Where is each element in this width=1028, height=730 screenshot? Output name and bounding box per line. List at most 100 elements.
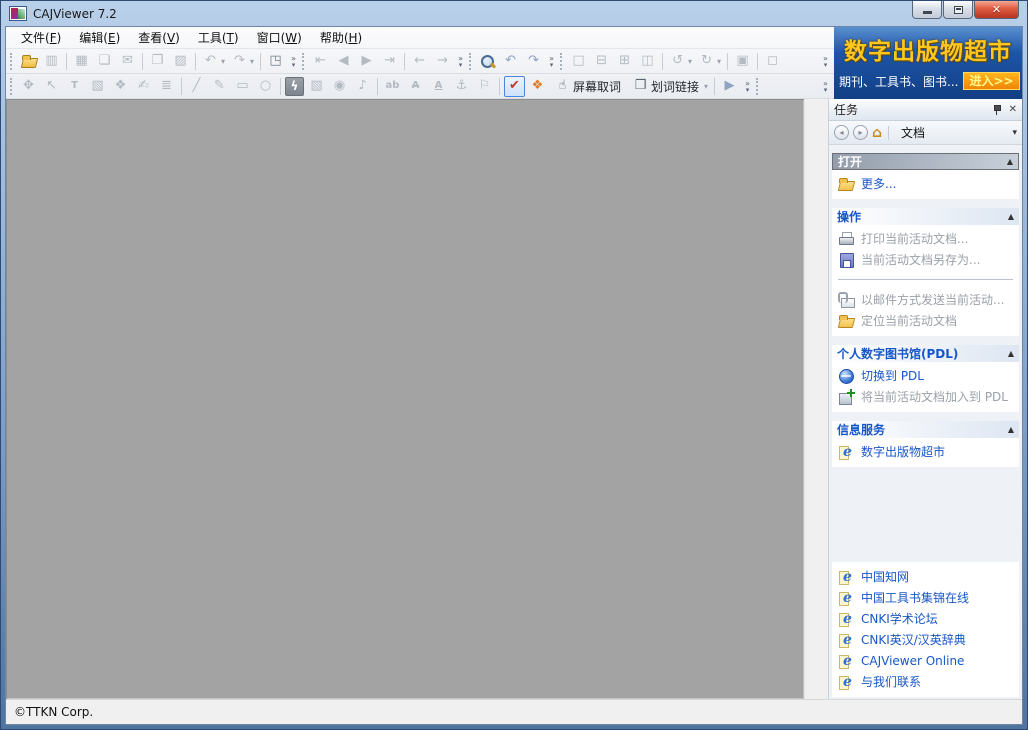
back-view-button[interactable]: ← <box>409 51 430 72</box>
annotation-panel-button[interactable]: ✔ <box>504 76 525 97</box>
note-tool-button[interactable]: ≣ <box>156 76 177 97</box>
collapse-icon[interactable]: ▲ <box>1008 349 1014 358</box>
email-attach-button[interactable]: ✉ <box>117 51 138 72</box>
flash-tool-button[interactable]: ϟ <box>285 77 304 96</box>
new-window-button[interactable]: ◻ <box>762 51 783 72</box>
task-forward-button[interactable]: ▸ <box>853 125 868 140</box>
print-preview-button[interactable]: ❏ <box>94 51 115 72</box>
banner-enter-button[interactable]: 进入>> <box>963 72 1019 90</box>
image-tool-button[interactable]: ▧ <box>306 76 327 97</box>
link-contact-us[interactable]: 与我们联系 <box>834 671 1017 692</box>
add-annotation-button[interactable]: ✍ <box>133 76 154 97</box>
link-cnki-dictionary[interactable]: CNKI英汉/汉英辞典 <box>834 629 1017 650</box>
word-link-button[interactable]: ❒划词链接 <box>628 76 704 97</box>
toolbar-grip[interactable] <box>469 53 472 70</box>
section-header-open[interactable]: 打开▲ <box>832 153 1019 170</box>
hand-tool-button[interactable]: ✥ <box>18 76 39 97</box>
redo-button[interactable]: ↷ <box>229 51 250 72</box>
underline-text-button[interactable]: A <box>428 76 449 97</box>
dropdown-caret-icon[interactable]: ▾ <box>221 57 225 66</box>
line-tool-button[interactable]: ╱ <box>186 76 207 97</box>
print-button[interactable]: ▦ <box>71 51 92 72</box>
more-documents-link[interactable]: 更多... <box>834 173 1017 194</box>
last-page-button[interactable]: ⇥ <box>379 51 400 72</box>
minimize-button[interactable] <box>912 1 942 19</box>
paste-button[interactable]: ▨ <box>170 51 191 72</box>
restore-button[interactable] <box>943 1 973 19</box>
annotation-select-button[interactable]: ❖ <box>110 76 131 97</box>
single-page-button[interactable]: □ <box>568 51 589 72</box>
fullscreen-button[interactable]: ▣ <box>732 51 753 72</box>
link-cnki[interactable]: 中国知网 <box>834 566 1017 587</box>
save-button[interactable]: ▥ <box>41 51 62 72</box>
continuous-page-button[interactable]: ⊟ <box>591 51 612 72</box>
toolbar-grip[interactable] <box>10 53 13 70</box>
forward-view-button[interactable]: → <box>432 51 453 72</box>
view-selector-caret-icon[interactable]: ▾ <box>1012 128 1017 138</box>
task-back-button[interactable]: ◂ <box>834 125 849 140</box>
toolbar-overflow-button[interactable]: »▾ <box>819 76 832 97</box>
dropdown-caret-icon[interactable]: ▾ <box>717 57 721 66</box>
menu-item-tools[interactable]: 工具(T) <box>189 27 248 48</box>
stamp-tool-button[interactable]: ⚐ <box>474 76 495 97</box>
menu-item-file[interactable]: 文件(F) <box>12 27 70 48</box>
media-tool-button[interactable]: ◉ <box>329 76 350 97</box>
next-page-button[interactable]: ▶ <box>356 51 377 72</box>
toolbar-overflow-button[interactable]: »▾ <box>454 51 467 72</box>
continuous-facing-button[interactable]: ⊞ <box>614 51 635 72</box>
collapse-icon[interactable]: ▲ <box>1008 425 1014 434</box>
image-select-button[interactable]: ▧ <box>87 76 108 97</box>
collapse-icon[interactable]: ▲ <box>1008 212 1014 221</box>
highlight-text-button[interactable]: ab <box>382 76 403 97</box>
undo-button[interactable]: ↶ <box>200 51 221 72</box>
menu-item-help[interactable]: 帮助(H) <box>311 27 371 48</box>
dropdown-caret-icon[interactable]: ▾ <box>688 57 692 66</box>
screen-word-capture-button[interactable]: ☝屏幕取词 <box>550 76 626 97</box>
knowledge-network-button[interactable]: ❖ <box>527 76 548 97</box>
toolbar-overflow-button[interactable]: »▾ <box>287 51 300 72</box>
properties-button[interactable]: ◳ <box>265 51 286 72</box>
toolbar-overflow-button[interactable]: »▾ <box>545 51 558 72</box>
link-reference-books-online[interactable]: 中国工具书集锦在线 <box>834 587 1017 608</box>
home-icon[interactable]: ⌂ <box>872 126 882 140</box>
toolbar-grip[interactable] <box>302 53 305 70</box>
copy-button[interactable]: ❐ <box>147 51 168 72</box>
section-header-actions[interactable]: 操作▲ <box>832 208 1019 225</box>
task-pane-close-icon[interactable]: ✕ <box>1009 104 1017 115</box>
sound-tool-button[interactable]: ♪ <box>352 76 373 97</box>
ellipse-tool-button[interactable]: ○ <box>255 76 276 97</box>
play-button[interactable]: ▶ <box>719 76 740 97</box>
open-button[interactable] <box>18 51 39 72</box>
menu-item-view[interactable]: 查看(V) <box>129 27 189 48</box>
switch-to-pdl[interactable]: 切换到 PDL <box>834 365 1017 386</box>
link-cnki-forum[interactable]: CNKI学术论坛 <box>834 608 1017 629</box>
view-selector[interactable]: 文档 <box>901 124 925 141</box>
rotate-left-button[interactable]: ↺ <box>667 51 688 72</box>
collapse-icon[interactable]: ▲ <box>1007 157 1013 166</box>
link-cajviewer-online[interactable]: CAJViewer Online <box>834 650 1017 671</box>
promo-banner[interactable]: 数字出版物超市 期刊、工具书、图书... 进入>> <box>834 27 1022 99</box>
rectangle-tool-button[interactable]: ▭ <box>232 76 253 97</box>
toolbar-overflow-button[interactable]: »▾ <box>819 51 832 72</box>
toolbar-grip[interactable] <box>560 53 563 70</box>
menu-item-edit[interactable]: 编辑(E) <box>70 27 129 48</box>
menu-item-window[interactable]: 窗口(W) <box>248 27 311 48</box>
next-view-button[interactable]: ↷ <box>523 51 544 72</box>
previous-view-button[interactable]: ↶ <box>500 51 521 72</box>
previous-page-button[interactable]: ◀ <box>333 51 354 72</box>
first-page-button[interactable]: ⇤ <box>310 51 331 72</box>
document-area[interactable] <box>6 99 804 699</box>
select-tool-button[interactable]: ↖ <box>41 76 62 97</box>
anchor-annotation-button[interactable]: ⚓ <box>451 76 472 97</box>
facing-page-button[interactable]: ◫ <box>637 51 658 72</box>
dropdown-caret-icon[interactable]: ▾ <box>704 82 708 91</box>
pencil-tool-button[interactable]: ✎ <box>209 76 230 97</box>
close-button[interactable]: ✕ <box>974 1 1019 19</box>
rotate-right-button[interactable]: ↻ <box>696 51 717 72</box>
zoom-tool-button[interactable] <box>477 51 498 72</box>
pin-icon[interactable] <box>992 104 1002 115</box>
toolbar-grip[interactable] <box>10 78 13 95</box>
digital-publication-market-link[interactable]: 数字出版物超市 <box>834 441 1017 462</box>
text-select-button[interactable]: T <box>64 76 85 97</box>
strikeout-text-button[interactable]: A <box>405 76 426 97</box>
